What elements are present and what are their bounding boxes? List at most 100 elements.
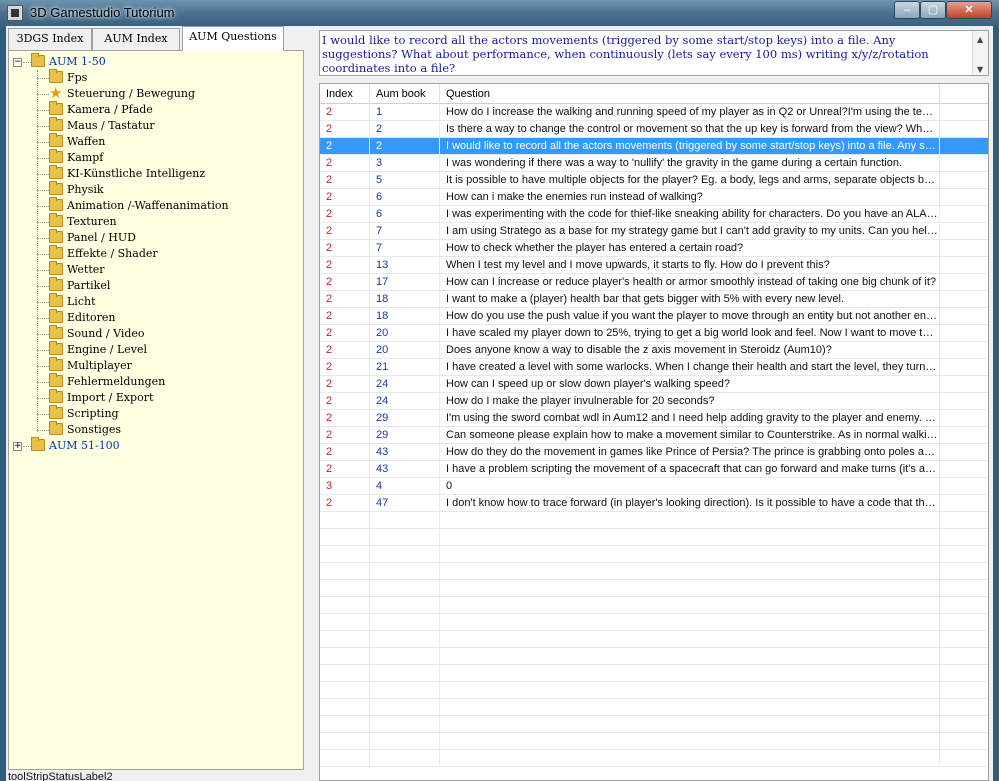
table-row[interactable]: 2 24 How can I speed up or slow down playe… xyxy=(320,376,988,393)
cell-aum-book: 4 xyxy=(370,478,440,494)
empty-cell xyxy=(370,716,440,732)
scroll-up-icon[interactable]: ▲ xyxy=(977,33,983,47)
table-row[interactable]: 26I was experimenting with the code for … xyxy=(320,206,988,223)
table-row[interactable]: 2 17 How can I increase or reduce player's… xyxy=(320,274,988,291)
cell-aum-book: 13 xyxy=(370,257,440,273)
empty-cell xyxy=(940,665,988,681)
tree-item-label: Waffen xyxy=(67,135,106,148)
star-icon: ★ xyxy=(49,84,63,102)
empty-row xyxy=(320,614,988,631)
cell-filler xyxy=(940,325,988,341)
table-row[interactable]: 2 47 I don't know how to trace forward (in… xyxy=(320,495,988,512)
title-bar[interactable]: 3D Gamestudio Tutorium – ▢ ✕ xyxy=(0,0,999,26)
empty-cell xyxy=(370,648,440,664)
cell-aum-book: 7 xyxy=(370,223,440,239)
empty-cell xyxy=(370,529,440,545)
folder-icon xyxy=(49,197,63,211)
tab-aum-questions[interactable]: AUM Questions xyxy=(182,26,284,51)
cell-aum-book: 29 xyxy=(370,427,440,443)
column-header-question[interactable]: Question xyxy=(440,84,940,104)
category-tree[interactable]: − AUM 1-50 Fps ★ Steuerung / Bewegung Kamer… xyxy=(8,50,304,770)
empty-cell xyxy=(320,631,370,647)
empty-row xyxy=(320,665,988,682)
cell-question: I don't know how to trace forward (in pl… xyxy=(440,495,940,511)
cell-question: How do you use the push value if you wan… xyxy=(440,308,940,324)
table-row[interactable]: 2 2 Is there a way to change the control o… xyxy=(320,121,988,138)
tab-aum-index[interactable]: AUM Index xyxy=(92,28,180,50)
empty-cell xyxy=(940,648,988,664)
cell-index: 2 xyxy=(320,189,370,205)
cell-aum-book: 24 xyxy=(370,376,440,392)
cell-aum-book: 6 xyxy=(370,206,440,222)
table-row[interactable]: 2 20 Does anyone know a way to disable the… xyxy=(320,342,988,359)
table-row[interactable]: 2 20 I have scaled my player down to 25%, … xyxy=(320,325,988,342)
expand-icon[interactable]: + xyxy=(13,442,22,451)
table-row[interactable]: 22I would like to record all the actors … xyxy=(320,138,988,155)
folder-icon xyxy=(49,341,63,355)
empty-cell xyxy=(440,699,940,715)
cell-index: 2 xyxy=(320,308,370,324)
cell-question: Is there a way to change the control or … xyxy=(440,121,940,137)
column-header-index[interactable]: Index xyxy=(320,84,370,104)
tree-item-label: Effekte / Shader xyxy=(67,247,158,260)
folder-icon xyxy=(49,293,63,307)
table-row[interactable]: 2 24 How do I make the player invulnerable… xyxy=(320,393,988,410)
empty-cell xyxy=(370,682,440,698)
table-row[interactable]: 27I am using Stratego as a base for my s… xyxy=(320,223,988,240)
table-row[interactable]: 2 29 Can someone please explain how to mak… xyxy=(320,427,988,444)
cell-aum-book: 5 xyxy=(370,172,440,188)
table-row[interactable]: 2 18 I want to make a (player) health bar … xyxy=(320,291,988,308)
empty-cell xyxy=(440,648,940,664)
question-text-box[interactable]: I would like to record all the actors mo… xyxy=(319,30,989,76)
empty-cell xyxy=(370,631,440,647)
table-row[interactable]: 2 5 It is possible to have multiple object… xyxy=(320,172,988,189)
cell-index: 2 xyxy=(320,257,370,273)
maximize-button[interactable]: ▢ xyxy=(920,1,946,19)
table-row[interactable]: 2 21 I have created a level with some warl… xyxy=(320,359,988,376)
tree-item-label: Multiplayer xyxy=(67,359,132,372)
folder-icon xyxy=(49,389,63,403)
scroll-down-icon[interactable]: ▼ xyxy=(977,63,983,75)
questions-grid[interactable]: Index Aum book Question 2 1 How do I incre… xyxy=(319,83,989,781)
cell-question: I am using Stratego as a base for my str… xyxy=(440,223,940,239)
cell-index: 2 xyxy=(320,291,370,307)
cell-filler xyxy=(940,104,988,120)
empty-cell xyxy=(320,733,370,749)
tree-item-label: Fehlermeldungen xyxy=(67,375,166,388)
folder-icon xyxy=(49,133,63,147)
collapse-icon[interactable]: − xyxy=(13,58,22,67)
empty-cell xyxy=(940,682,988,698)
cell-filler xyxy=(940,121,988,137)
cell-aum-book: 21 xyxy=(370,359,440,375)
table-row[interactable]: 2 18 How do you use the push value if you … xyxy=(320,308,988,325)
column-header-aum-book[interactable]: Aum book xyxy=(370,84,440,104)
question-scrollbar[interactable]: ▲ ▼ xyxy=(972,31,988,75)
empty-cell xyxy=(440,529,940,545)
minimize-button[interactable]: – xyxy=(894,1,920,19)
table-row[interactable]: 2 1 How do I increase the walking and runn… xyxy=(320,104,988,121)
cell-filler xyxy=(940,444,988,460)
table-row[interactable]: 2 13 When I test my level and I move upwar… xyxy=(320,257,988,274)
tab-3dgs-index[interactable]: 3DGS Index xyxy=(8,28,92,50)
empty-cell xyxy=(370,512,440,528)
table-row[interactable]: 23I was wondering if there was a way to … xyxy=(320,155,988,172)
table-row[interactable]: 2 6 How can i make the enemies run instead… xyxy=(320,189,988,206)
table-row[interactable]: 2 43 How do they do the movement in games … xyxy=(320,444,988,461)
tree-item-label: Engine / Level xyxy=(67,343,148,356)
table-row[interactable]: 340 xyxy=(320,478,988,495)
empty-cell xyxy=(940,699,988,715)
cell-index: 2 xyxy=(320,172,370,188)
app-icon xyxy=(7,5,23,21)
folder-icon xyxy=(31,437,45,451)
table-row[interactable]: 2 7 How to check whether the player has en… xyxy=(320,240,988,257)
cell-question: Can someone please explain how to make a… xyxy=(440,427,940,443)
table-row[interactable]: 2 29 I'm using the sword combat wdl in Aum… xyxy=(320,410,988,427)
table-row[interactable]: 2 43 I have a problem scripting the moveme… xyxy=(320,461,988,478)
cell-filler xyxy=(940,274,988,290)
empty-row xyxy=(320,580,988,597)
empty-cell xyxy=(440,631,940,647)
tree-item-label: Scripting xyxy=(67,407,119,420)
cell-index: 2 xyxy=(320,427,370,443)
close-button[interactable]: ✕ xyxy=(946,1,992,19)
tree-item-label: Licht xyxy=(67,295,96,308)
